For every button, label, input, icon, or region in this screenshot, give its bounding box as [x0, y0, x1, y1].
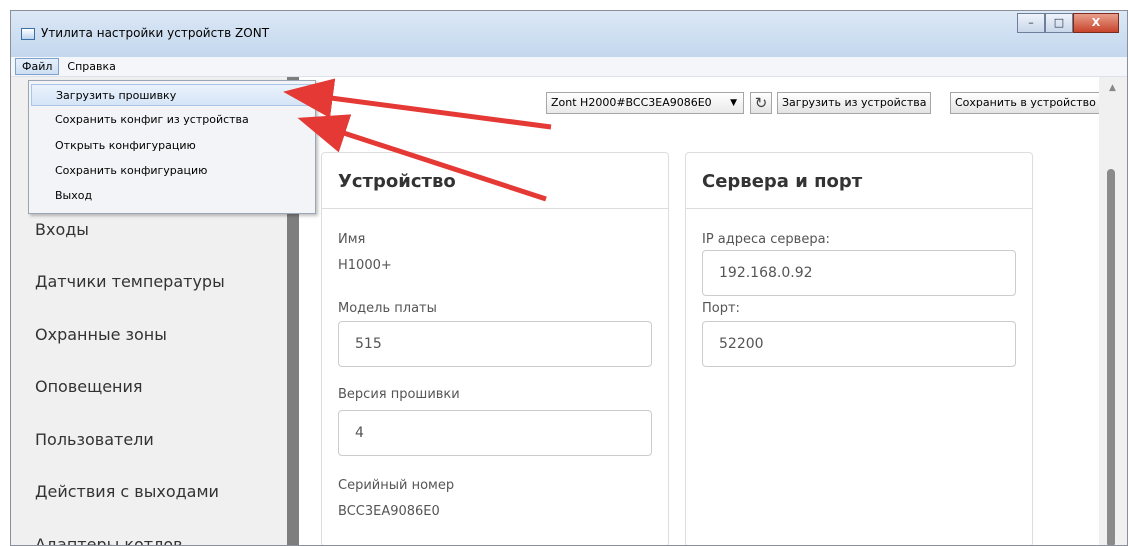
- toolbar: Zont H2000#BCC3EA9086E0 ▼ ↻ Загрузить из…: [299, 77, 1101, 127]
- menu-item-save-config[interactable]: Сохранить конфигурацию: [31, 160, 313, 182]
- board-model-label: Модель платы: [338, 301, 437, 316]
- sidebar-item-temperature-sensors[interactable]: Датчики температуры: [35, 272, 225, 291]
- firmware-version-label: Версия прошивки: [338, 387, 460, 402]
- menu-item-save-config-from-device[interactable]: Сохранить конфиг из устройства: [31, 109, 313, 131]
- serial-number-label: Серийный номер: [338, 478, 455, 493]
- server-panel-title: Сервера и порт: [686, 153, 1032, 209]
- main-content: Zont H2000#BCC3EA9086E0 ▼ ↻ Загрузить из…: [299, 77, 1101, 545]
- window-controls: – □ X: [1017, 13, 1119, 33]
- menu-item-load-firmware[interactable]: Загрузить прошивку: [31, 84, 313, 106]
- sidebar-item-users[interactable]: Пользователи: [35, 430, 154, 449]
- sidebar-item-security-zones[interactable]: Охранные зоны: [35, 325, 167, 344]
- server-ip-label: IP адреса сервера:: [702, 232, 830, 247]
- close-button[interactable]: X: [1073, 13, 1119, 33]
- menu-help[interactable]: Справка: [61, 59, 121, 74]
- chevron-down-icon: ▼: [730, 98, 737, 108]
- content-scrollbar[interactable]: ▲: [1099, 77, 1127, 545]
- port-label: Порт:: [702, 301, 740, 316]
- refresh-icon[interactable]: ↻: [750, 92, 772, 114]
- minimize-button[interactable]: –: [1017, 13, 1045, 33]
- file-menu-dropdown: Загрузить прошивку Сохранить конфиг из у…: [28, 80, 316, 214]
- device-select[interactable]: Zont H2000#BCC3EA9086E0 ▼: [546, 92, 744, 114]
- load-from-device-button[interactable]: Загрузить из устройства: [777, 92, 932, 114]
- app-icon: [21, 28, 35, 40]
- sidebar-item-notifications[interactable]: Оповещения: [35, 377, 143, 396]
- firmware-version-field[interactable]: 4: [338, 410, 652, 456]
- scroll-up-icon[interactable]: ▲: [1109, 83, 1116, 93]
- menu-bar: Файл Справка: [11, 57, 1127, 77]
- save-to-device-button[interactable]: Сохранить в устройство: [950, 92, 1101, 114]
- device-select-value: Zont H2000#BCC3EA9086E0: [551, 96, 712, 109]
- app-window: Утилита настройки устройств ZONT – □ X Ф…: [10, 10, 1128, 546]
- name-label: Имя: [338, 232, 366, 247]
- sidebar-item-boiler-adapters[interactable]: Адаптеры котлов: [35, 535, 183, 545]
- scrollbar-thumb[interactable]: [1107, 169, 1115, 545]
- serial-number-value: BCC3EA9086E0: [338, 504, 440, 519]
- menu-file[interactable]: Файл: [15, 58, 60, 75]
- port-field[interactable]: 52200: [702, 321, 1016, 367]
- sidebar-item-output-actions[interactable]: Действия с выходами: [35, 482, 219, 501]
- window-title: Утилита настройки устройств ZONT: [41, 26, 270, 40]
- sidebar-item-inputs[interactable]: Входы: [35, 220, 89, 239]
- device-panel-title: Устройство: [322, 153, 668, 209]
- menu-item-open-config[interactable]: Открыть конфигурацию: [31, 135, 313, 157]
- name-value: H1000+: [338, 258, 392, 273]
- menu-item-exit[interactable]: Выход: [31, 185, 313, 207]
- device-panel: Устройство Имя H1000+ Модель платы 515 В…: [321, 152, 669, 545]
- server-ip-field[interactable]: 192.168.0.92: [702, 250, 1016, 296]
- server-panel: Сервера и порт IP адреса сервера: 192.16…: [685, 152, 1033, 545]
- maximize-button[interactable]: □: [1045, 13, 1073, 33]
- board-model-field[interactable]: 515: [338, 321, 652, 367]
- title-bar[interactable]: Утилита настройки устройств ZONT – □ X: [11, 11, 1127, 57]
